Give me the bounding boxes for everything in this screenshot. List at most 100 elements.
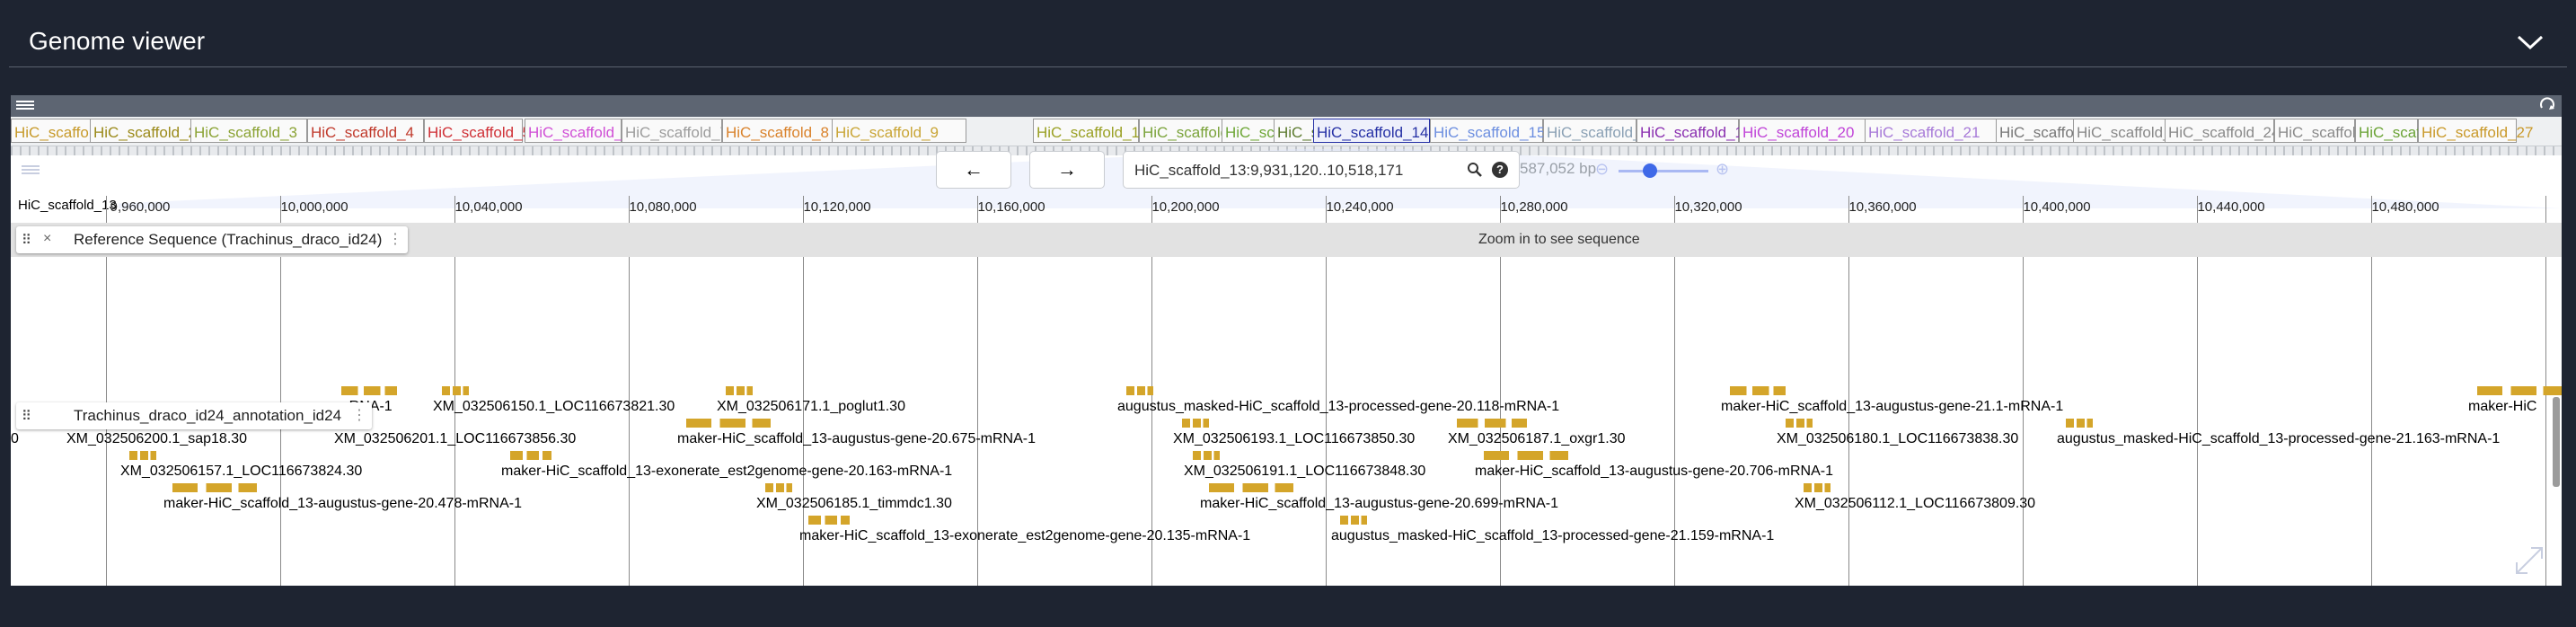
ruler-tick-label: 10,400,000	[2023, 199, 2091, 215]
feature-label[interactable]: maker-HiC_scaffold_13-augustus-gene-20.6…	[677, 431, 1036, 447]
gene-glyph[interactable]	[1182, 419, 1209, 428]
gene-glyph[interactable]	[2477, 386, 2562, 395]
gene-glyph[interactable]	[129, 451, 156, 460]
feature-label[interactable]: maker-HiC_scaffold_13-augustus-gene-20.4…	[163, 496, 522, 512]
zoom-slider[interactable]	[1619, 170, 1708, 172]
zoom-slider-thumb[interactable]	[1643, 163, 1657, 178]
ruler-tick-label: 10,120,000	[803, 199, 871, 215]
gene-glyph[interactable]	[2066, 419, 2093, 428]
ruler-tick-label: 10,040,000	[454, 199, 523, 215]
ruler-tick-label: 10,440,000	[2197, 199, 2265, 215]
zoom-out-icon[interactable]: ⊖	[1595, 160, 1609, 179]
scaffold-label[interactable]: HiC_scaffold_15	[1434, 124, 1545, 142]
scaffold-label[interactable]: HiC_scaffold_14	[1317, 124, 1428, 142]
feature-label[interactable]: XM_032506187.1_oxgr1.30	[1448, 431, 1626, 447]
scaffold-label[interactable]: HiC_scaffold_4	[311, 124, 414, 142]
gene-glyph[interactable]	[172, 483, 257, 492]
ruler-tick-label: 10,320,000	[1674, 199, 1742, 215]
feature-label[interactable]: XM_032506193.1_LOC116673850.30	[1173, 431, 1415, 447]
feature-label[interactable]: maker-HiC_scaffold_13-exonerate_est2geno…	[501, 464, 952, 480]
gene-glyph[interactable]	[1340, 516, 1367, 525]
scaffold-label[interactable]: HiC_scaffold_3	[194, 124, 297, 142]
help-icon[interactable]: ?	[1492, 162, 1508, 178]
feature-label[interactable]: maker-HiC_scaffold_13-exonerate_est2geno…	[799, 528, 1250, 544]
feature-label[interactable]: maker-HiC	[2468, 399, 2536, 415]
feature-label[interactable]: XM_032506171.1_poglut1.30	[717, 399, 905, 415]
genome-viewer: HiC_scaffold_1 HiC_scaffold_2 HiC_scaffold…	[11, 95, 2562, 586]
more-vert-icon[interactable]: ⋮	[388, 230, 402, 248]
gene-glyph[interactable]	[1457, 419, 1527, 428]
gene-glyph[interactable]	[1786, 419, 1813, 428]
scaffold-label[interactable]: HiC_scaffold_2	[93, 124, 197, 142]
gene-glyph[interactable]	[765, 483, 792, 492]
gene-glyph[interactable]	[510, 451, 551, 460]
feature-label[interactable]: XM_032506191.1_LOC116673848.30	[1184, 464, 1425, 480]
viewer-menubar	[11, 95, 2562, 117]
feature-label[interactable]: XM_032506180.1_LOC116673838.30	[1777, 431, 2018, 447]
gene-glyph[interactable]	[808, 516, 850, 525]
scaffold-label[interactable]: HiC_scaffold_10	[1037, 124, 1148, 142]
ruler-tick-label: 10,360,000	[1848, 199, 1917, 215]
gene-glyph[interactable]	[1126, 386, 1153, 395]
feature-label[interactable]: XM_032506157.1_LOC116673824.30	[120, 464, 362, 480]
gene-glyph[interactable]	[726, 386, 753, 395]
drag-handle-icon[interactable]: ⠿	[22, 408, 31, 424]
gene-glyph[interactable]	[1730, 386, 1786, 395]
scaffold-label[interactable]: HiC_scaffold_19	[1640, 124, 1751, 142]
gene-glyph[interactable]	[1804, 483, 1831, 492]
gene-glyph[interactable]	[341, 386, 397, 395]
feature-label[interactable]: augustus_masked-HiC_scaffold_13-processe…	[1331, 528, 1774, 544]
feature-label[interactable]: XM_032506185.1_timmdc1.30	[756, 496, 952, 512]
search-icon[interactable]	[1467, 162, 1483, 178]
scaffold-label[interactable]: HiC_scaffold_21	[1868, 124, 1980, 142]
gene-glyph[interactable]	[1209, 483, 1293, 492]
arrow-left-icon: ←	[964, 158, 984, 181]
location-search-input[interactable]: HiC_scaffold_13:9,931,120..10,518,171 ?	[1123, 151, 1520, 189]
track-name: Trachinus_draco_id24_annotation_id24	[74, 407, 342, 424]
ref-name-label: HiC_scaffold_13	[16, 198, 119, 213]
gene-glyph[interactable]	[442, 386, 469, 395]
feature-label[interactable]: 0	[11, 431, 19, 447]
close-icon[interactable]: ×	[43, 231, 51, 247]
ruler-tick-label: 10,160,000	[977, 199, 1045, 215]
overview-scaffold-strip[interactable]: HiC_scaffold_1 HiC_scaffold_2 HiC_scaffold…	[11, 117, 2562, 146]
feature-label[interactable]: maker-HiC_scaffold_13-augustus-gene-20.6…	[1200, 496, 1558, 512]
scaffold-label[interactable]: HiC_scaffold_5	[428, 124, 531, 142]
scaffold-label[interactable]: HiC_scaffold_8	[726, 124, 829, 142]
feature-label[interactable]: XM_032506200.1_sap18.30	[66, 431, 247, 447]
scrollbar[interactable]	[2553, 397, 2560, 487]
chevron-down-icon[interactable]	[2517, 34, 2544, 50]
forward-button[interactable]: →	[1029, 151, 1105, 189]
zoom-in-icon[interactable]: ⊕	[1716, 160, 1729, 179]
feature-label[interactable]: augustus_masked-HiC_scaffold_13-processe…	[2057, 431, 2500, 447]
gene-glyph[interactable]	[1484, 451, 1568, 460]
drag-handle-icon[interactable]: ⠿	[22, 232, 31, 248]
ruler-tick-label: 10,080,000	[629, 199, 697, 215]
rotate-icon[interactable]	[2538, 97, 2556, 115]
gene-glyph[interactable]	[686, 419, 771, 428]
ruler-tick-label: 10,200,000	[1151, 199, 1220, 215]
track-name: Reference Sequence (Trachinus_draco_id24…	[74, 231, 383, 248]
view-menu-icon[interactable]	[22, 163, 40, 176]
feature-label[interactable]: maker-HiC_scaffold_13-augustus-gene-21.1…	[1721, 399, 2063, 415]
back-button[interactable]: ←	[936, 151, 1011, 189]
feature-label[interactable]: XM_032506150.1_LOC116673821.30	[433, 399, 675, 415]
scaffold-label[interactable]: HiC_scaffold_6	[528, 124, 631, 142]
scaffold-label[interactable]: HiC_scaffold_24	[2168, 124, 2280, 142]
scaffold-label[interactable]: HiC_scaffold_20	[1742, 124, 1854, 142]
menu-icon[interactable]	[16, 99, 34, 113]
annotation-track[interactable]: 0XM_032506200.1_sap18.30-mRNA-1XM_032506…	[11, 386, 2562, 586]
page-title: Genome viewer	[29, 27, 206, 55]
scaffold-label[interactable]: HiC_scaffold_9	[835, 124, 939, 142]
ruler-tick-label: 10,000,000	[280, 199, 348, 215]
resize-handle-icon[interactable]	[2513, 544, 2545, 577]
header-divider	[9, 66, 2567, 67]
feature-label[interactable]: XM_032506201.1_LOC116673856.30	[334, 431, 576, 447]
feature-label[interactable]: XM_032506112.1_LOC116673809.30	[1795, 496, 2035, 512]
scaffold-label[interactable]: HiC_scaffold_27	[2422, 124, 2533, 142]
feature-label[interactable]: augustus_masked-HiC_scaffold_13-processe…	[1117, 399, 1559, 415]
gene-glyph[interactable]	[1193, 451, 1220, 460]
more-vert-icon[interactable]: ⋮	[352, 406, 366, 424]
scaffold-label[interactable]: HiC_scaffold_7	[625, 124, 728, 142]
feature-label[interactable]: maker-HiC_scaffold_13-augustus-gene-20.7…	[1475, 464, 1833, 480]
